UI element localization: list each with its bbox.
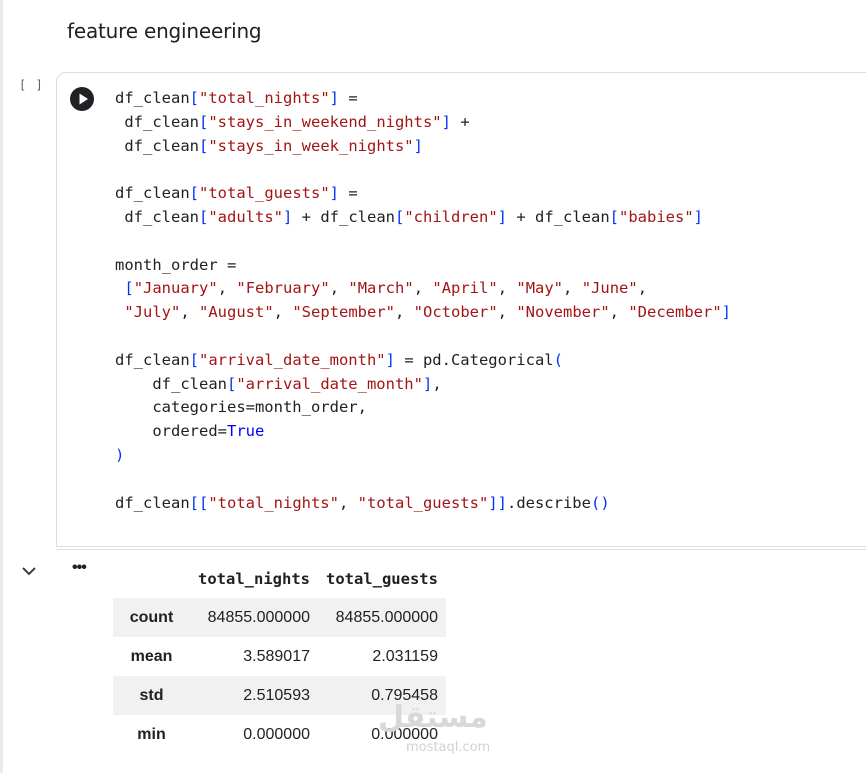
code-line: month_order = [115, 255, 237, 274]
code-line: df_clean["arrival_date_month"] = pd.Cate… [115, 350, 563, 369]
code-line: df_clean["total_nights"] = [115, 89, 358, 107]
row-label: min [137, 725, 166, 743]
table-cell: 2.510593 [190, 676, 318, 715]
table-cell: 3.589017 [243, 647, 310, 665]
code-line: df_clean[["total_nights", "total_guests"… [115, 493, 610, 512]
row-label: mean [130, 647, 173, 665]
run-cell-button[interactable] [70, 87, 94, 111]
table-cell: 2.031159 [372, 647, 438, 665]
table-cell: 84855.000000 [317, 598, 446, 637]
code-editor[interactable]: df_clean["total_nights"] = df_clean["sta… [115, 87, 731, 515]
code-line: ) [115, 445, 125, 464]
table-row: count 84855.000000 84855.000000 [113, 598, 446, 637]
chevron-down-icon [22, 567, 36, 576]
table-corner [113, 559, 190, 598]
watermark-logo: مستقل [378, 700, 488, 735]
row-label: count [113, 598, 190, 637]
code-line: df_clean["stays_in_weekend_nights"] + [115, 112, 470, 131]
row-label: std [113, 676, 190, 715]
play-icon [79, 93, 88, 105]
code-line: df_clean["adults"] + df_clean["children"… [115, 207, 704, 226]
table-cell: 84855.000000 [190, 598, 318, 637]
code-line: df_clean["arrival_date_month"], [115, 374, 442, 393]
left-gutter-rule [0, 0, 3, 773]
code-line: categories=month_order, [115, 398, 367, 417]
code-line: ["January", "February", "March", "April"… [124, 279, 648, 298]
column-header: total_guests [325, 569, 438, 588]
collapse-output-button[interactable] [19, 561, 39, 581]
code-line: df_clean["total_guests"] = [115, 184, 358, 203]
watermark-domain: mostaql.com [406, 740, 491, 755]
execution-count: [ ] [19, 78, 44, 92]
column-header: total_nights [198, 569, 310, 588]
output-divider [56, 549, 866, 550]
section-heading: feature engineering [67, 19, 262, 43]
output-more-button[interactable]: ••• [72, 560, 87, 576]
table-row: mean 3.589017 2.031159 [113, 637, 446, 676]
code-line: "July", "August", "September", "October"… [124, 303, 732, 322]
code-line: ordered=True [115, 422, 265, 441]
table-cell: 0.000000 [243, 725, 310, 743]
code-line: df_clean["stays_in_week_nights"] [115, 136, 423, 155]
